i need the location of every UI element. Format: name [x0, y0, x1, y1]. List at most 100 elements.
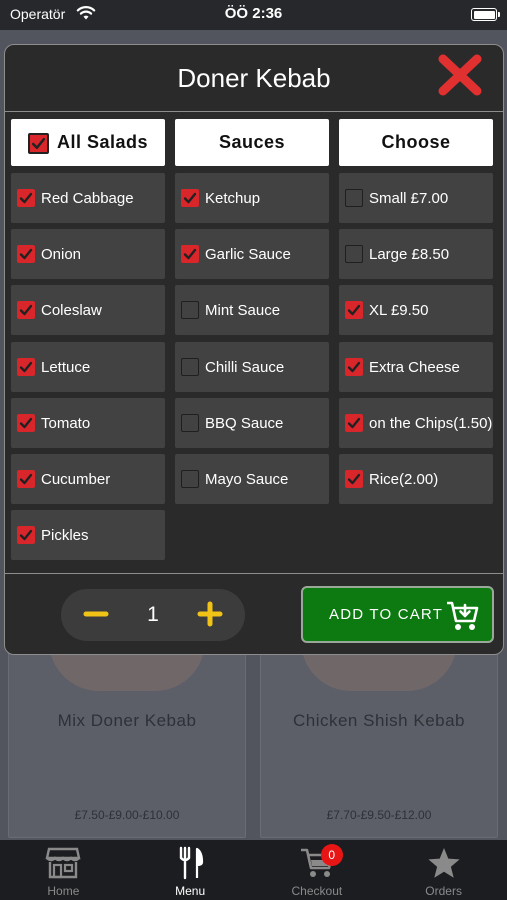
salads-option[interactable]: Lettuce [11, 341, 165, 392]
salads-option[interactable]: Cucumber [11, 454, 165, 504]
sauces-option[interactable]: Chilli Sauce [175, 341, 329, 392]
option-checkbox[interactable] [17, 357, 35, 376]
choose-option[interactable]: on the Chips(1.50) [339, 397, 493, 448]
checkmark-icon [183, 248, 197, 260]
product-options-modal: Doner Kebab All Salads Sauces Choose Red… [4, 44, 504, 655]
option-checkbox[interactable] [345, 189, 363, 207]
choose-header: Choose [339, 119, 493, 166]
store-icon [45, 847, 81, 879]
quantity-stepper: 1 [61, 589, 245, 641]
salads-option[interactable]: Onion [11, 229, 165, 280]
option-checkbox[interactable] [345, 301, 363, 320]
checkmark-icon [347, 361, 361, 372]
checkmark-icon [347, 417, 361, 428]
option-label: Red Cabbage [41, 190, 134, 207]
checkmark-icon [19, 361, 33, 372]
checkmark-icon [347, 305, 361, 316]
option-checkbox[interactable] [17, 470, 35, 488]
menu-card-price: £7.50-£9.00-£10.00 [74, 808, 180, 822]
add-to-cart-button[interactable]: ADD TO CART [301, 586, 494, 643]
option-label: Coleslaw [41, 302, 102, 320]
option-checkbox[interactable] [181, 301, 199, 320]
choose-option[interactable]: Large £8.50 [339, 229, 493, 280]
option-label: Large £8.50 [369, 246, 450, 264]
tab-home[interactable]: Home [0, 840, 127, 900]
status-bar: Operatör ÖÖ 2:36 [0, 0, 507, 30]
modal-title: Doner Kebab [177, 63, 331, 93]
battery-icon [471, 8, 500, 21]
tab-label: Home [47, 884, 80, 898]
all-salads-checkbox[interactable] [27, 132, 49, 154]
clock: ÖÖ 2:36 [224, 5, 283, 22]
sauces-option[interactable]: Mint Sauce [175, 285, 329, 336]
option-checkbox[interactable] [345, 413, 363, 432]
close-icon[interactable] [437, 53, 483, 97]
all-salads-label: All Salads [56, 132, 149, 152]
menu-card-name: Chicken Shish Kebab [292, 711, 466, 730]
checkmark-icon [19, 473, 33, 485]
sauces-option[interactable]: Ketchup [175, 173, 329, 223]
option-checkbox[interactable] [181, 470, 199, 488]
checkmark-icon [19, 192, 33, 204]
option-checkbox[interactable] [345, 357, 363, 376]
option-label: Mayo Sauce [205, 471, 289, 488]
option-label: Ketchup [205, 190, 261, 207]
option-label: Chilli Sauce [205, 358, 285, 376]
option-label: Lettuce [41, 358, 91, 376]
option-label: BBQ Sauce [205, 414, 284, 432]
tab-label: Menu [175, 884, 206, 898]
option-label: Extra Cheese [369, 358, 460, 376]
sauces-option[interactable]: Mayo Sauce [175, 454, 329, 504]
option-checkbox[interactable] [181, 245, 199, 264]
option-label: Rice(2.00) [369, 471, 439, 488]
option-checkbox[interactable] [17, 526, 35, 545]
sauces-option[interactable]: BBQ Sauce [175, 397, 329, 448]
sauces-header: Sauces [175, 119, 329, 166]
choose-option[interactable]: Rice(2.00) [339, 454, 493, 504]
option-checkbox[interactable] [17, 413, 35, 432]
option-checkbox[interactable] [17, 245, 35, 264]
tab-bar: Home Menu 0 Checkout Orders [0, 840, 507, 900]
choose-option[interactable]: Small £7.00 [339, 173, 493, 223]
option-checkbox[interactable] [345, 470, 363, 488]
option-checkbox[interactable] [17, 189, 35, 207]
option-label: Onion [41, 246, 82, 264]
option-label: Small £7.00 [369, 190, 449, 207]
choose-option[interactable]: XL £9.50 [339, 285, 493, 336]
option-label: Pickles [41, 527, 89, 545]
tab-label: Orders [425, 884, 462, 898]
option-label: Cucumber [41, 471, 111, 488]
checkmark-icon [347, 473, 361, 485]
add-to-cart-label: ADD TO CART [329, 606, 444, 623]
option-checkbox[interactable] [181, 357, 199, 376]
modal-header: Doner Kebab [5, 45, 503, 112]
option-label: Tomato [41, 414, 91, 432]
all-salads-toggle[interactable]: All Salads [11, 119, 165, 166]
menu-card-name: Mix Doner Kebab [57, 711, 197, 730]
option-label: on the Chips(1.50) [369, 414, 493, 432]
salads-option[interactable]: Pickles [11, 510, 165, 561]
plus-icon[interactable] [197, 601, 223, 627]
choose-option[interactable]: Extra Cheese [339, 341, 493, 392]
modal-footer: 1 ADD TO CART [5, 573, 503, 654]
checkmark-icon [19, 417, 33, 428]
tab-checkout[interactable]: 0 Checkout [254, 840, 381, 900]
option-checkbox[interactable] [181, 189, 199, 207]
tab-label: Checkout [291, 884, 343, 898]
checkmark-icon [19, 305, 33, 316]
checkmark-icon [19, 529, 33, 541]
option-checkbox[interactable] [345, 245, 363, 264]
salads-option[interactable]: Coleslaw [11, 285, 165, 336]
star-icon [428, 848, 460, 878]
option-label: Garlic Sauce [205, 246, 291, 264]
tab-orders[interactable]: Orders [380, 840, 507, 900]
salads-option[interactable]: Tomato [11, 397, 165, 448]
add-cart-icon [447, 601, 479, 630]
option-checkbox[interactable] [17, 301, 35, 320]
checkmark-icon [183, 192, 197, 204]
menu-card-price: £7.70-£9.50-£12.00 [326, 808, 432, 822]
salads-option[interactable]: Red Cabbage [11, 173, 165, 223]
tab-menu[interactable]: Menu [127, 840, 254, 900]
option-checkbox[interactable] [181, 413, 199, 432]
sauces-option[interactable]: Garlic Sauce [175, 229, 329, 280]
